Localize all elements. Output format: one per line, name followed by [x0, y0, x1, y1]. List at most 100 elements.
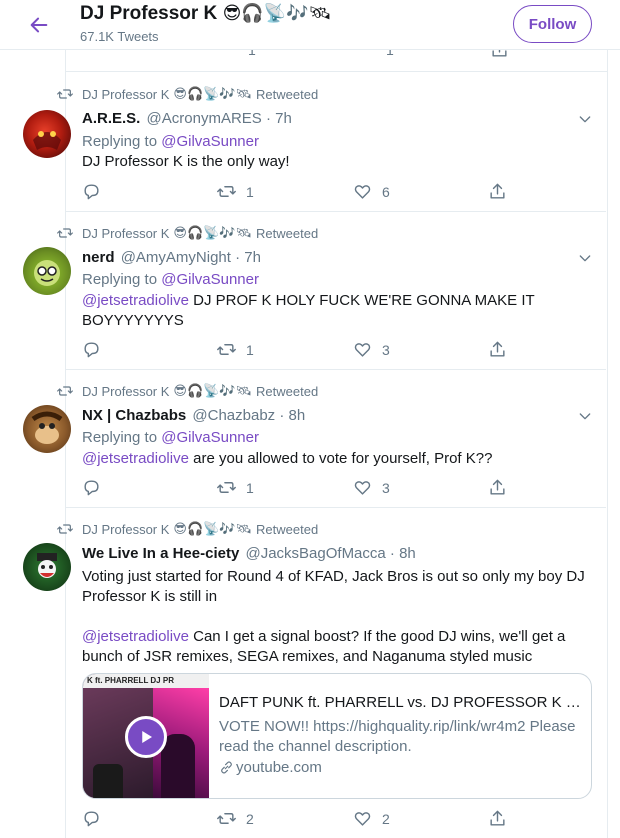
retweeter-emojis: 😎🎧📡🎶🛰	[173, 86, 253, 101]
reply-icon	[84, 811, 99, 827]
avatar-image	[34, 260, 60, 286]
tweet-actions: 1 6	[82, 182, 512, 202]
retweet-count: 1	[246, 341, 254, 358]
avatar-image	[37, 553, 57, 578]
handle: @JacksBagOfMacca · 8h	[245, 545, 416, 562]
replying-to-mention[interactable]: @GilvaSunner	[161, 429, 259, 446]
retweet-context: DJ Professor K 😎🎧📡🎶🛰 Retweeted	[57, 86, 319, 102]
handle: @AmyAmyNight · 7h	[120, 249, 261, 266]
tweet[interactable]: DJ Professor K 😎🎧📡🎶🛰 Retweeted nerd @Amy…	[23, 212, 606, 370]
tweet-text: @jetsetradiolive are you allowed to vote…	[82, 450, 493, 467]
like-count: 3	[382, 479, 390, 496]
chevron-down-icon[interactable]	[577, 408, 593, 424]
profile-name-emojis: 😎🎧📡🎶🛰	[222, 3, 332, 23]
tweet-author[interactable]: nerd @AmyAmyNight · 7h	[82, 249, 261, 266]
replying-to-mention[interactable]: @GilvaSunner	[161, 271, 259, 288]
avatar[interactable]	[23, 247, 71, 295]
like-button[interactable]: 3	[353, 478, 390, 497]
card-description: VOTE NOW!! https://highquality.rip/link/…	[219, 718, 576, 755]
link-icon	[221, 761, 232, 774]
tweet-text: Voting just started for Round 4 of KFAD,…	[82, 568, 585, 665]
share-button[interactable]	[488, 809, 507, 828]
display-name[interactable]: nerd	[82, 249, 115, 266]
prev-like-count: 1	[386, 50, 394, 58]
mention-link[interactable]: @jetsetradiolive	[82, 628, 189, 645]
retweet-icon	[57, 228, 73, 238]
share-button[interactable]	[488, 182, 507, 201]
mention-link[interactable]: @jetsetradiolive	[82, 450, 189, 467]
heart-icon	[354, 812, 371, 826]
reply-button[interactable]	[82, 340, 101, 359]
reply-icon	[84, 480, 99, 496]
tweet-author[interactable]: NX | Chazbabs @Chazbabz · 8h	[82, 407, 305, 424]
retweeter-name[interactable]: DJ Professor K	[82, 226, 169, 241]
retweeted-label: Retweeted	[256, 383, 319, 399]
share-icon	[490, 479, 505, 495]
retweet-context: DJ Professor K 😎🎧📡🎶🛰 Retweeted	[57, 225, 319, 241]
retweet-count: 1	[246, 183, 254, 200]
like-count: 3	[382, 341, 390, 358]
share-icon[interactable]	[490, 50, 509, 59]
retweet-icon	[217, 482, 236, 493]
tweet-actions: 1 3	[82, 340, 512, 360]
retweeted-label: Retweeted	[256, 86, 319, 102]
handle: @AcronymARES · 7h	[146, 110, 292, 127]
chevron-down-icon[interactable]	[577, 111, 593, 127]
back-button[interactable]	[24, 10, 54, 40]
prev-retweet-count: 1	[248, 50, 256, 58]
mention-link[interactable]: @jetsetradiolive	[82, 292, 189, 309]
like-button[interactable]: 3	[353, 340, 390, 359]
heart-icon	[354, 343, 371, 357]
retweeter-name[interactable]: DJ Professor K	[82, 384, 169, 399]
share-icon	[490, 810, 505, 826]
tweet-author[interactable]: A.R.E.S. @AcronymARES · 7h	[82, 110, 292, 127]
reply-button[interactable]	[82, 478, 101, 497]
retweet-button[interactable]: 1	[217, 478, 254, 497]
tweet-count: 67.1K Tweets	[80, 29, 159, 44]
like-count: 6	[382, 183, 390, 200]
heart-icon	[354, 185, 371, 199]
profile-header: DJ Professor K 😎🎧📡🎶🛰 67.1K Tweets Follow	[0, 0, 620, 50]
retweet-context: DJ Professor K 😎🎧📡🎶🛰 Retweeted	[57, 383, 319, 399]
tweet-author[interactable]: We Live In a Hee-ciety @JacksBagOfMacca …	[82, 545, 416, 562]
avatar-image	[31, 411, 63, 444]
share-button[interactable]	[488, 340, 507, 359]
handle: @Chazbabz · 8h	[192, 407, 306, 424]
retweet-button[interactable]: 2	[217, 809, 254, 828]
share-button[interactable]	[488, 478, 507, 497]
retweeter-name[interactable]: DJ Professor K	[82, 87, 169, 102]
replying-to-mention[interactable]: @GilvaSunner	[161, 133, 259, 150]
reply-button[interactable]	[82, 809, 101, 828]
retweet-icon	[217, 344, 236, 355]
retweeted-label: Retweeted	[256, 225, 319, 241]
avatar[interactable]	[23, 543, 71, 591]
retweet-button[interactable]: 1	[217, 182, 254, 201]
tweet-text: DJ Professor K is the only way!	[82, 153, 290, 170]
chevron-down-icon[interactable]	[577, 250, 593, 266]
share-icon	[490, 183, 505, 199]
follow-button[interactable]: Follow	[513, 5, 592, 43]
retweet-context: DJ Professor K 😎🎧📡🎶🛰 Retweeted	[57, 521, 318, 537]
tweet[interactable]: DJ Professor K 😎🎧📡🎶🛰 Retweeted NX | Chaz…	[23, 370, 606, 508]
retweeter-name[interactable]: DJ Professor K	[82, 522, 169, 537]
like-button[interactable]: 6	[353, 182, 390, 201]
reply-button[interactable]	[82, 182, 101, 201]
display-name[interactable]: NX | Chazbabs	[82, 407, 186, 424]
tweet-actions: 1 3	[82, 478, 512, 498]
display-name[interactable]: A.R.E.S.	[82, 110, 140, 127]
play-button[interactable]	[125, 716, 167, 758]
link-card[interactable]: K ft. PHARRELL DJ PR DAFT PUNK ft. PHARR…	[82, 673, 592, 799]
retweet-icon	[217, 813, 236, 824]
tweet[interactable]: DJ Professor K 😎🎧📡🎶🛰 Retweeted We Live I…	[23, 508, 606, 838]
like-button[interactable]: 2	[353, 809, 390, 828]
display-name[interactable]: We Live In a Hee-ciety	[82, 545, 239, 562]
avatar[interactable]	[23, 405, 71, 453]
retweet-button[interactable]: 1	[217, 340, 254, 359]
avatar[interactable]	[23, 110, 71, 158]
avatar-image	[33, 131, 61, 150]
heart-icon	[354, 481, 371, 495]
retweeter-emojis: 😎🎧📡🎶🛰	[173, 521, 253, 536]
tweet[interactable]: DJ Professor K 😎🎧📡🎶🛰 Retweeted A.R.E.S. …	[23, 73, 606, 212]
card-thumbnail: K ft. PHARRELL DJ PR	[83, 674, 209, 798]
card-domain: youtube.com	[219, 759, 322, 776]
